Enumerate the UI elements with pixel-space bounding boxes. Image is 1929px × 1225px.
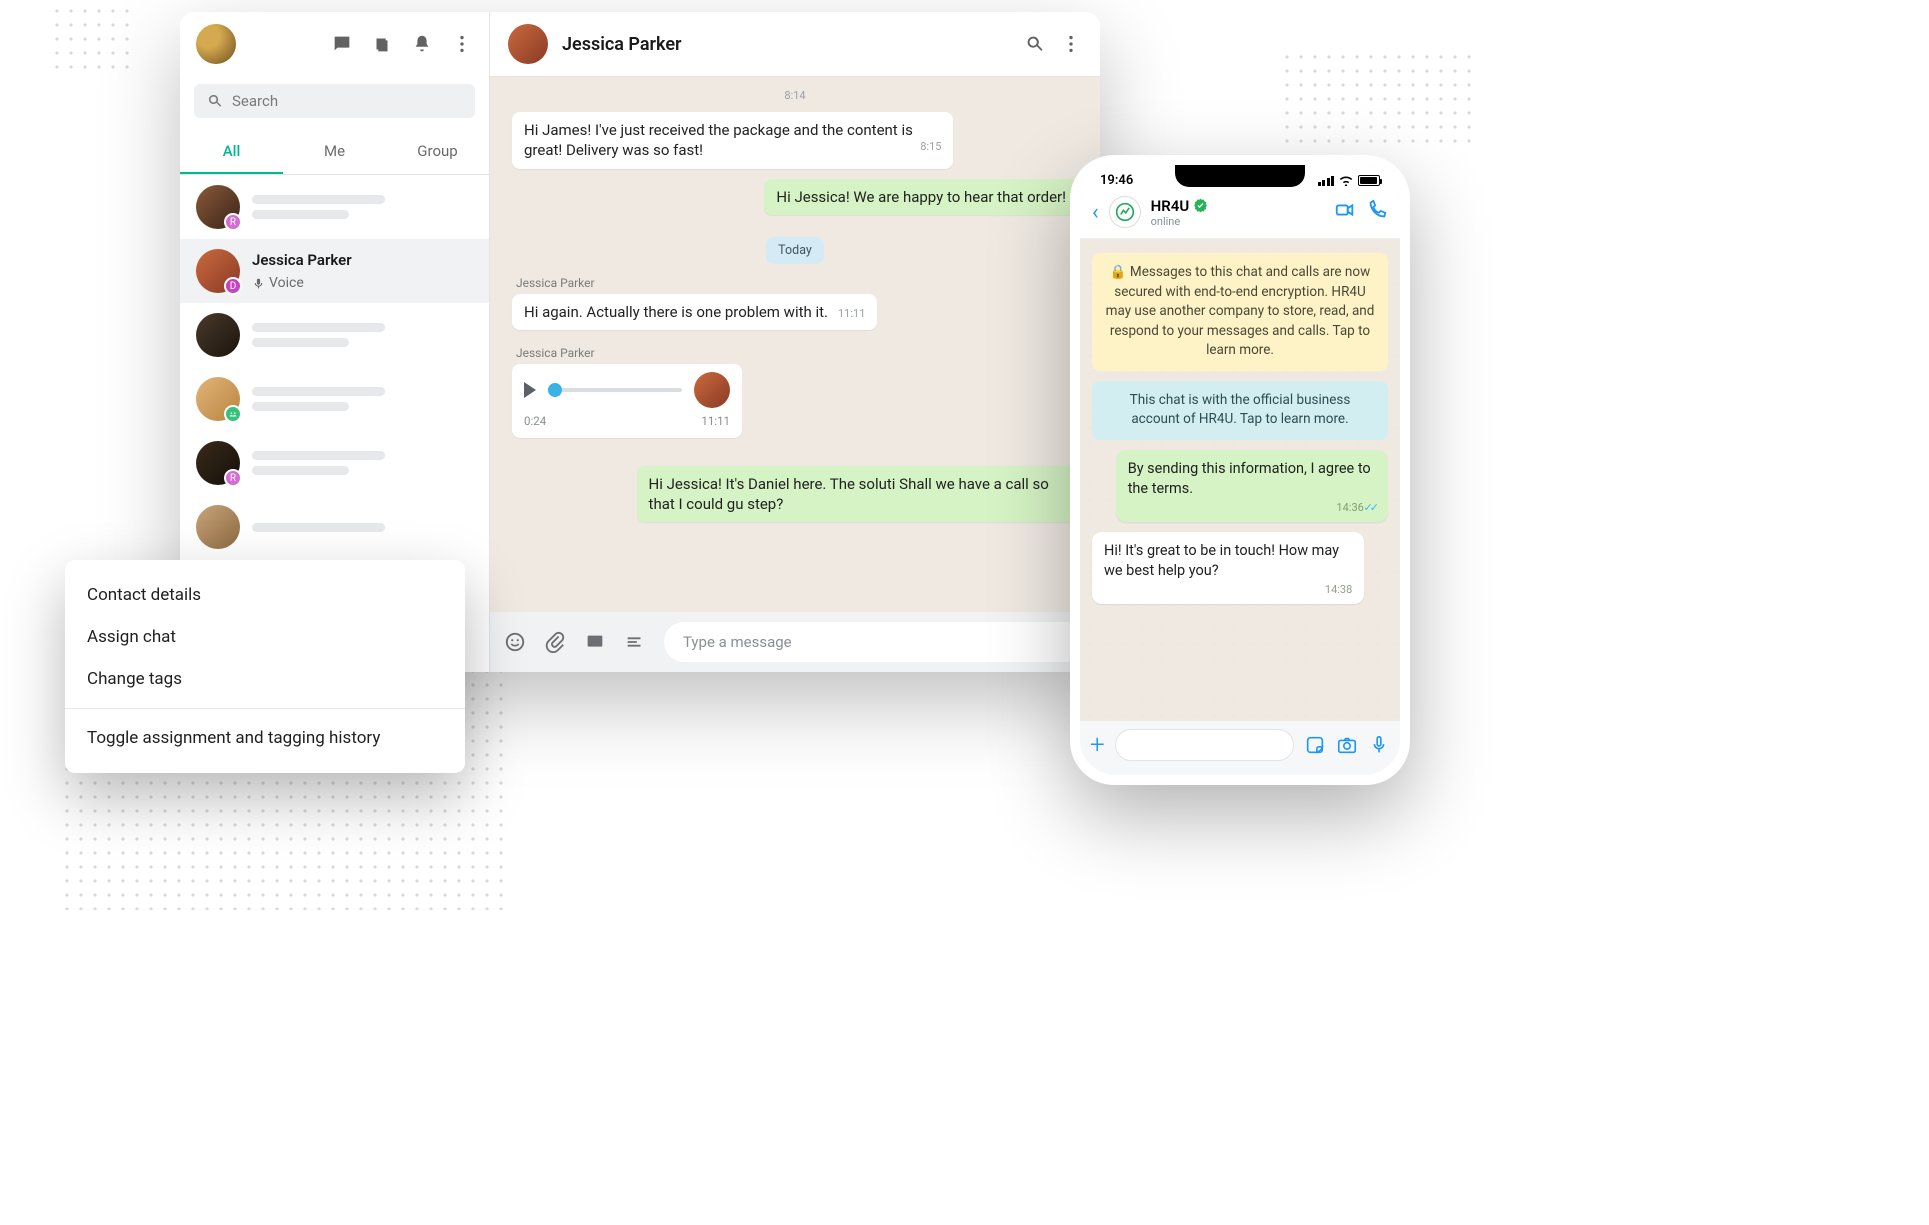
list-item[interactable]: D Jessica Parker Voice (180, 239, 489, 303)
list-item[interactable] (180, 495, 489, 559)
video-call-icon[interactable] (1334, 199, 1356, 225)
copy-icon[interactable] (371, 33, 393, 55)
menu-contact-details[interactable]: Contact details (65, 574, 465, 616)
business-status: online (1151, 215, 1209, 228)
battery-icon (1358, 175, 1380, 186)
message-input[interactable]: Type a message (664, 622, 1086, 662)
template-icon[interactable] (584, 631, 606, 653)
date-pill: Today (766, 237, 824, 264)
search-placeholder: Search (232, 92, 278, 110)
message-out[interactable]: Hi Jessica! We are happy to hear that or… (764, 179, 1078, 215)
message-in[interactable]: Hi James! I've just received the package… (512, 112, 953, 169)
wifi-icon (1338, 175, 1354, 186)
voice-call-icon[interactable] (1366, 199, 1388, 225)
badge: D (224, 277, 242, 295)
chat-avatar[interactable] (508, 24, 548, 64)
sender-label: Jessica Parker (516, 346, 1078, 360)
bell-icon[interactable] (411, 33, 433, 55)
signal-icon (1318, 176, 1335, 186)
chat-icon[interactable] (331, 33, 353, 55)
camera-icon[interactable] (1336, 734, 1358, 756)
mic-icon (252, 277, 265, 290)
business-avatar[interactable] (1109, 196, 1141, 228)
business-notice[interactable]: This chat is with the official business … (1092, 381, 1388, 440)
voice-track[interactable] (548, 388, 682, 392)
menu-change-tags[interactable]: Change tags (65, 658, 465, 700)
format-icon[interactable] (624, 631, 646, 653)
attach-icon[interactable] (544, 631, 566, 653)
sidebar-header (180, 12, 489, 76)
phone-message-in[interactable]: Hi! It's great to be in touch! How may w… (1092, 532, 1364, 604)
contact-name: Jessica Parker (252, 251, 473, 269)
context-menu: Contact details Assign chat Change tags … (65, 560, 465, 773)
menu-toggle-history[interactable]: Toggle assignment and tagging history (65, 717, 465, 759)
chat-body: 8:14 Hi James! I've just received the pa… (490, 77, 1100, 612)
list-item[interactable] (180, 303, 489, 367)
tab-all[interactable]: All (180, 132, 283, 174)
badge: R (224, 213, 242, 231)
phone-header: ‹ HR4U online (1080, 190, 1400, 239)
encryption-notice[interactable]: 🔒 Messages to this chat and calls are no… (1092, 253, 1388, 371)
phone-time: 19:46 (1100, 173, 1133, 188)
mic-icon[interactable] (1368, 734, 1390, 756)
chat-footer: Type a message (490, 612, 1100, 672)
sticker-icon[interactable] (1304, 734, 1326, 756)
timestamp: 8:14 (512, 87, 1078, 112)
chat-title: Jessica Parker (562, 34, 682, 55)
phone-footer: + (1080, 721, 1400, 775)
sidebar-tabs: All Me Group (180, 132, 489, 175)
tab-group[interactable]: Group (386, 132, 489, 174)
business-name: HR4U (1151, 197, 1209, 215)
message-out[interactable]: Hi Jessica! It's Daniel here. The soluti… (637, 466, 1078, 523)
sender-label: Jessica Parker (516, 276, 1078, 290)
phone-message-out[interactable]: By sending this information, I agree to … (1116, 450, 1388, 522)
list-item[interactable]: R (180, 175, 489, 239)
phone-body: 🔒 Messages to this chat and calls are no… (1080, 239, 1400, 721)
phone-mock: 19:46 ‹ HR4U online 🔒 Messages t (1070, 155, 1410, 785)
phone-input[interactable] (1115, 729, 1294, 761)
verified-icon (1193, 198, 1208, 213)
emoji-icon[interactable] (504, 631, 526, 653)
voice-message[interactable]: 0:2411:11 (512, 364, 742, 438)
more-icon[interactable] (451, 33, 473, 55)
voice-avatar (694, 372, 730, 408)
play-icon[interactable] (524, 382, 536, 398)
contact-sub: Voice (252, 275, 473, 291)
search-icon[interactable] (1024, 33, 1046, 55)
user-avatar[interactable] (196, 24, 236, 64)
back-icon[interactable]: ‹ (1092, 200, 1099, 225)
badge: R (224, 469, 242, 487)
list-item[interactable]: R (180, 431, 489, 495)
list-item[interactable] (180, 367, 489, 431)
tab-me[interactable]: Me (283, 132, 386, 174)
chat-pane: Jessica Parker 8:14 Hi James! I've just … (490, 12, 1100, 672)
more-icon[interactable] (1060, 33, 1082, 55)
message-in[interactable]: Hi again. Actually there is one problem … (512, 294, 877, 330)
search-icon (206, 92, 224, 110)
chat-header: Jessica Parker (490, 12, 1100, 77)
menu-assign-chat[interactable]: Assign chat (65, 616, 465, 658)
badge (224, 405, 242, 423)
search-input[interactable]: Search (194, 84, 475, 118)
plus-icon[interactable]: + (1090, 730, 1105, 760)
